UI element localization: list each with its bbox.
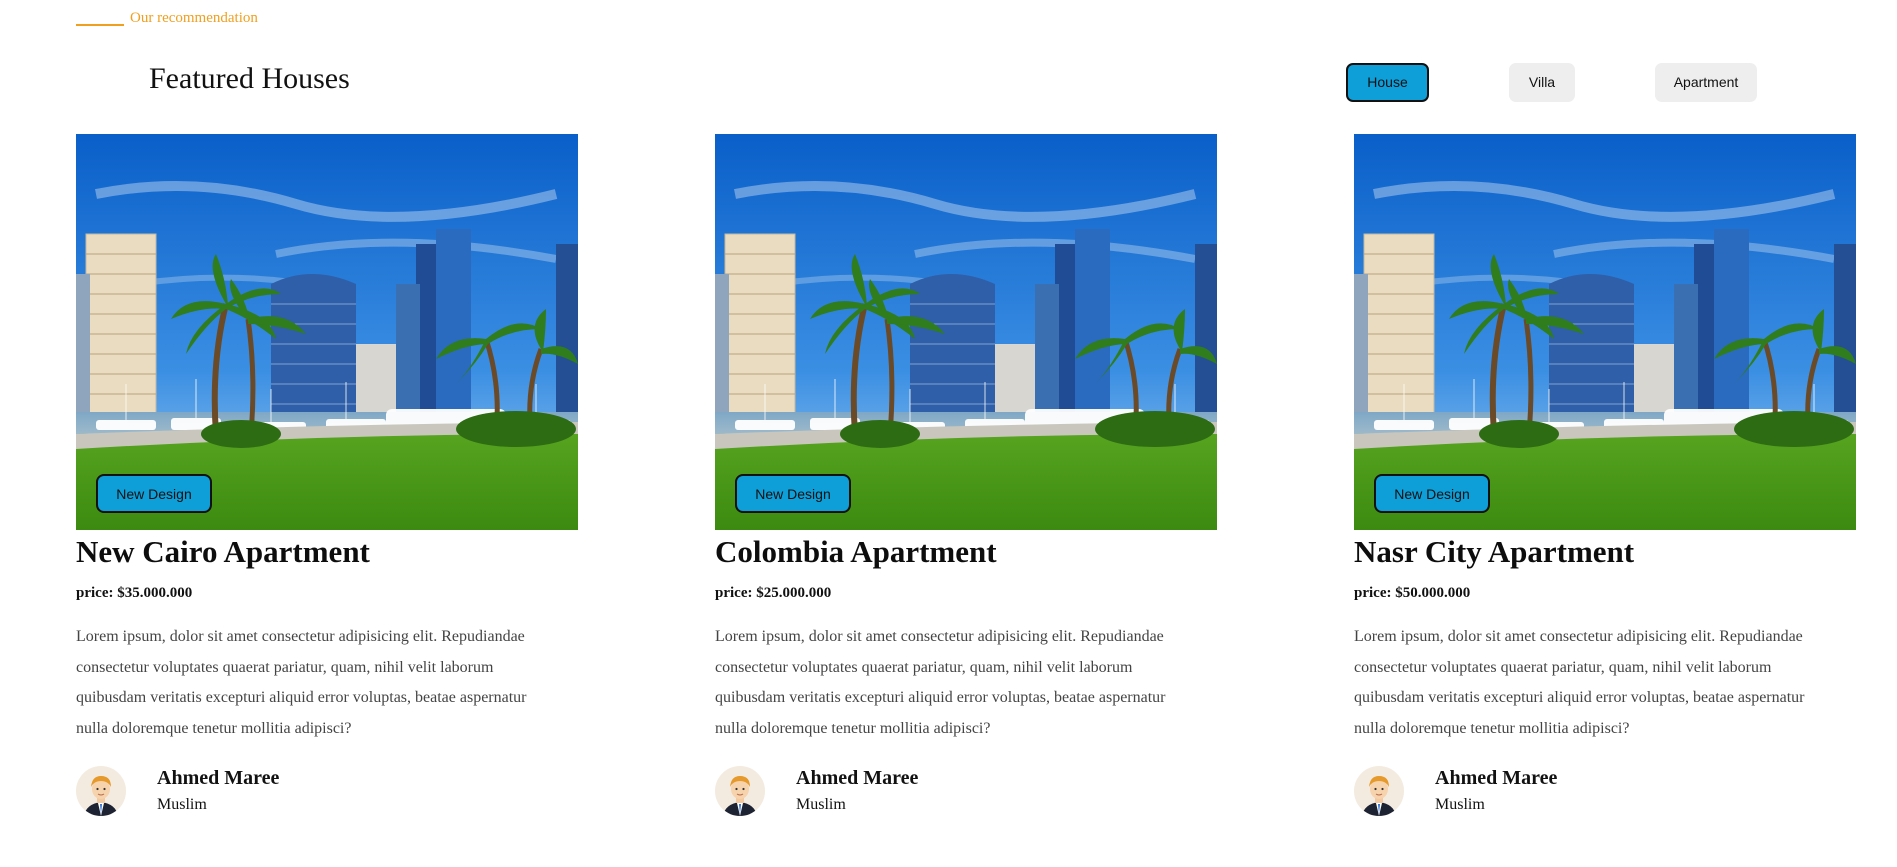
- author-role: Muslim: [157, 796, 207, 813]
- author-avatar: [715, 766, 765, 816]
- filter-apartment-button[interactable]: Apartment: [1655, 62, 1757, 102]
- author-name: Ahmed Maree: [796, 767, 919, 789]
- property-title[interactable]: Colombia Apartment: [715, 533, 1217, 571]
- featured-houses-section: Our recommendation Featured Houses House…: [0, 0, 1897, 867]
- user-avatar-icon: [1354, 766, 1404, 816]
- property-image[interactable]: New Design: [76, 134, 578, 530]
- section-title: Featured Houses: [149, 62, 350, 95]
- author-avatar: [76, 766, 126, 816]
- new-design-badge[interactable]: New Design: [96, 474, 212, 513]
- property-price: price: $35.000.000: [76, 585, 193, 601]
- city-marina-photo: [76, 134, 578, 530]
- section-eyebrow: Our recommendation: [76, 10, 258, 27]
- author-name: Ahmed Maree: [157, 767, 280, 789]
- filter-house-button[interactable]: House: [1346, 62, 1429, 102]
- author-role: Muslim: [796, 796, 846, 813]
- new-design-badge[interactable]: New Design: [735, 474, 851, 513]
- cards-row: New Design New Cairo Apartment price: $3…: [76, 134, 1861, 816]
- eyebrow-line: [76, 23, 124, 26]
- property-price: price: $50.000.000: [1354, 585, 1471, 601]
- property-description: Lorem ipsum, dolor sit amet consectetur …: [76, 628, 527, 737]
- new-design-badge[interactable]: New Design: [1374, 474, 1490, 513]
- city-marina-photo: [715, 134, 1217, 530]
- user-avatar-icon: [715, 766, 765, 816]
- property-card[interactable]: New Design Nasr City Apartment price: $5…: [1354, 134, 1856, 816]
- property-description: Lorem ipsum, dolor sit amet consectetur …: [1354, 628, 1805, 737]
- property-image[interactable]: New Design: [715, 134, 1217, 530]
- filter-tabs: House Villa Apartment: [1346, 62, 1757, 102]
- author-block: Ahmed Maree Muslim: [1354, 766, 1856, 816]
- author-role: Muslim: [1435, 796, 1485, 813]
- property-description: Lorem ipsum, dolor sit amet consectetur …: [715, 628, 1166, 737]
- property-price: price: $25.000.000: [715, 585, 832, 601]
- property-title[interactable]: Nasr City Apartment: [1354, 533, 1856, 571]
- filter-villa-button[interactable]: Villa: [1509, 62, 1575, 102]
- property-image[interactable]: New Design: [1354, 134, 1856, 530]
- property-title[interactable]: New Cairo Apartment: [76, 533, 578, 571]
- author-info: Ahmed Maree Muslim: [796, 766, 918, 814]
- eyebrow-text: Our recommendation: [130, 10, 258, 26]
- property-card[interactable]: New Design Colombia Apartment price: $25…: [715, 134, 1217, 816]
- author-info: Ahmed Maree Muslim: [1435, 766, 1557, 814]
- property-card[interactable]: New Design New Cairo Apartment price: $3…: [76, 134, 578, 816]
- author-info: Ahmed Maree Muslim: [157, 766, 279, 814]
- author-avatar: [1354, 766, 1404, 816]
- user-avatar-icon: [76, 766, 126, 816]
- author-block: Ahmed Maree Muslim: [76, 766, 578, 816]
- author-block: Ahmed Maree Muslim: [715, 766, 1217, 816]
- author-name: Ahmed Maree: [1435, 767, 1558, 789]
- city-marina-photo: [1354, 134, 1856, 530]
